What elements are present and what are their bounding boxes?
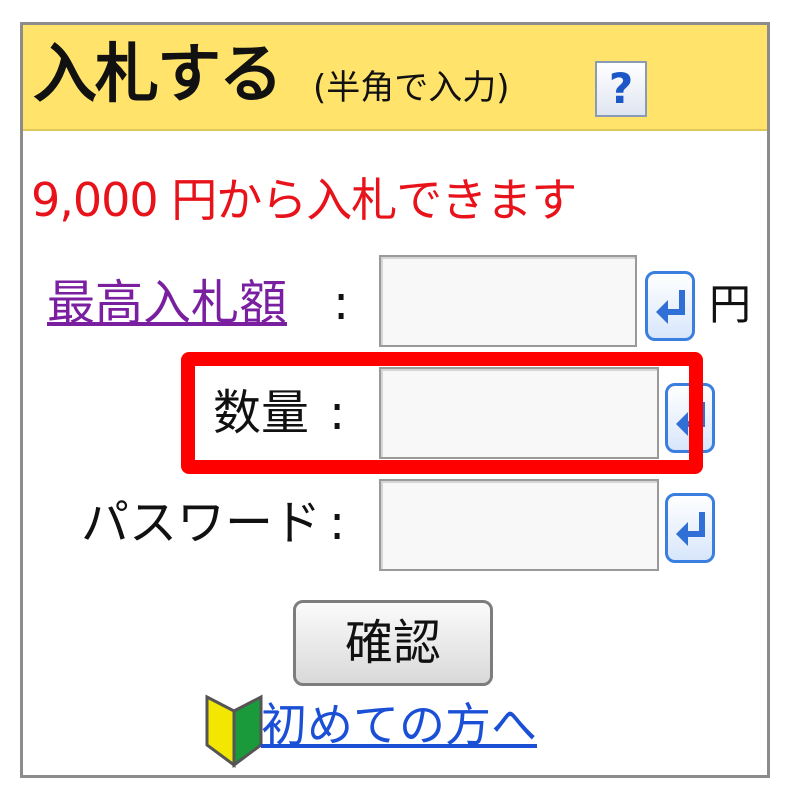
bid-header: 入札する (半角で入力) ? <box>23 25 767 131</box>
yen-unit: 円 <box>709 280 752 329</box>
quantity-enter-icon[interactable] <box>665 383 715 453</box>
help-icon[interactable]: ? <box>595 61 647 117</box>
bid-panel: 入札する (半角で入力) ? 9,000 円から入札できます 最高入札額 : 円… <box>20 22 770 778</box>
password-enter-icon[interactable] <box>665 493 715 563</box>
quantity-input[interactable] <box>379 367 659 459</box>
password-input[interactable] <box>379 479 659 571</box>
half-width-note: (半角で入力) <box>313 68 510 108</box>
confirm-button[interactable]: 確認 <box>293 600 493 686</box>
min-bid-notice: 9,000 円から入札できます <box>31 173 577 227</box>
max-bid-label-link[interactable]: 最高入札額 <box>47 273 287 333</box>
enter-arrow-icon <box>676 512 705 546</box>
quantity-colon: : <box>329 385 346 441</box>
password-colon: : <box>329 495 346 551</box>
max-bid-input[interactable] <box>379 255 637 347</box>
first-time-guide-link[interactable]: 初めての方へ <box>261 695 537 755</box>
password-label: パスワード <box>81 495 322 551</box>
max-bid-enter-icon[interactable] <box>645 271 695 341</box>
bid-title: 入札する <box>33 38 283 112</box>
enter-arrow-icon <box>676 402 705 436</box>
enter-arrow-icon <box>656 290 685 324</box>
beginner-mark-icon <box>205 694 263 768</box>
max-bid-colon: : <box>333 275 350 331</box>
quantity-label: 数量 <box>213 385 310 441</box>
